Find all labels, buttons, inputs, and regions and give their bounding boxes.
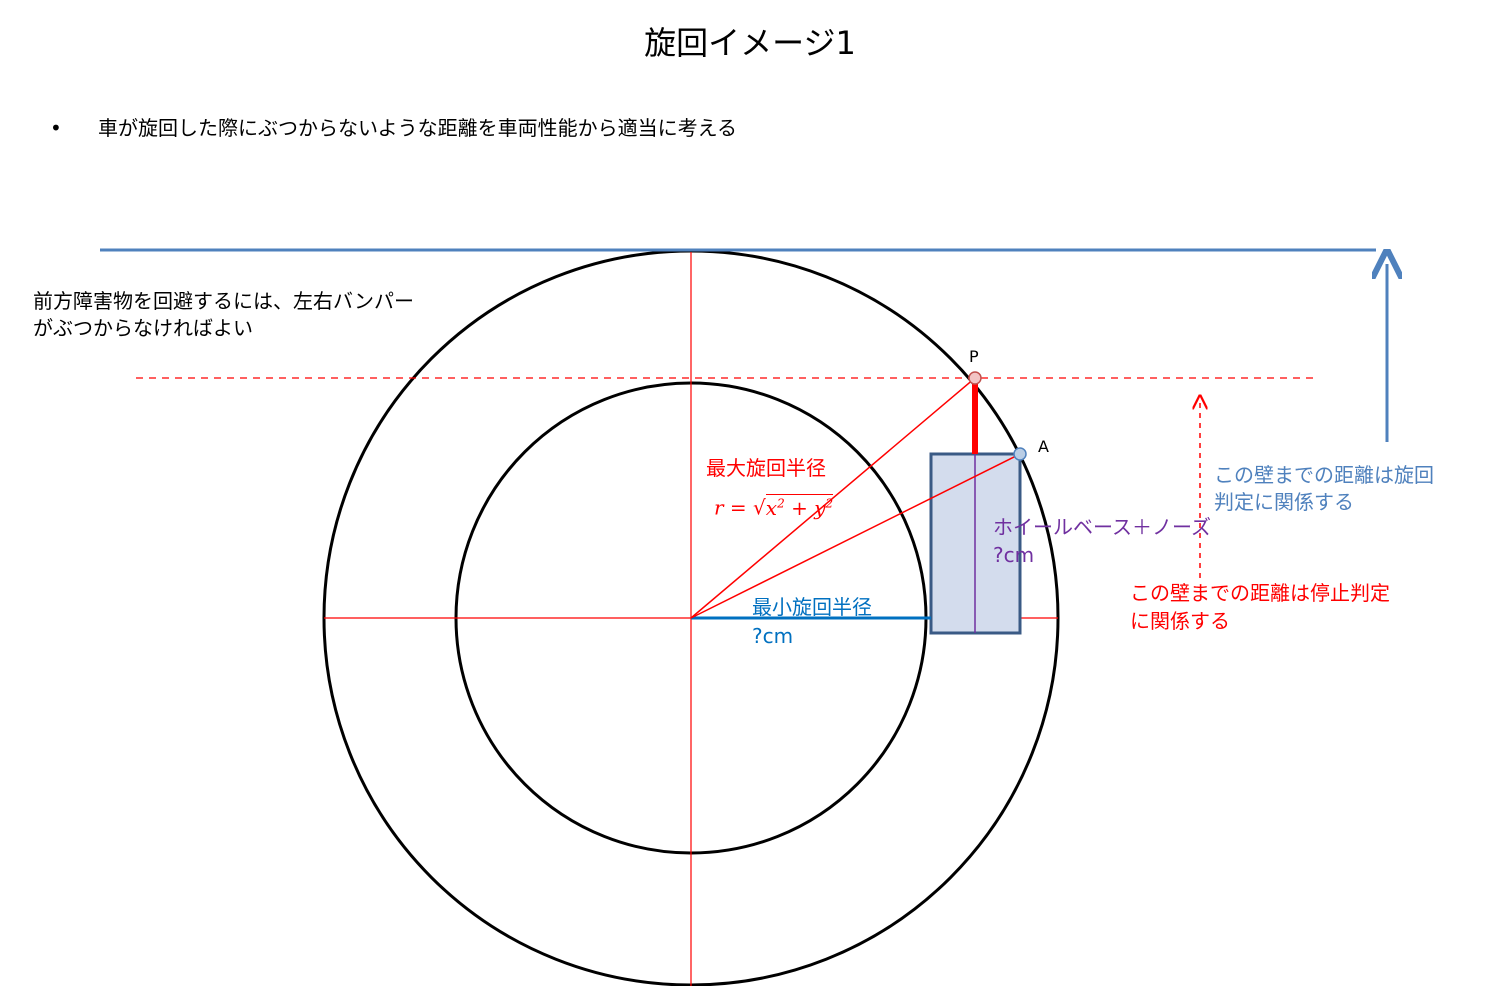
max-radius-label: 最大旋回半径 xyxy=(706,456,826,480)
formula-x: x xyxy=(765,495,778,520)
formula-x-exp: 2 xyxy=(777,496,785,510)
wheelbase-label: ホイールベース＋ノーズ xyxy=(993,515,1211,539)
point-a-label: A xyxy=(1038,437,1049,456)
formula-y: y xyxy=(814,495,826,520)
obstacle-note-line1: 前方障害物を回避するには、左右バンパー xyxy=(33,289,414,313)
turn-wall-note-line2: 判定に関係する xyxy=(1214,490,1354,514)
formula-eq: = xyxy=(729,495,747,520)
formula-r: r xyxy=(714,495,724,520)
sqrt-icon: √ xyxy=(753,495,766,520)
formula-radicand: x2 + y2 xyxy=(765,493,834,520)
max-radius-formula: r = √x2 + y2 xyxy=(714,490,834,521)
point-p-marker xyxy=(968,371,982,385)
turn-wall-note-line1: この壁までの距離は旋回 xyxy=(1214,463,1434,487)
wheelbase-value: ?cm xyxy=(993,543,1035,567)
obstacle-note-line2: がぶつからなければよい xyxy=(33,316,253,340)
formula-y-exp: 2 xyxy=(825,496,834,510)
stop-wall-note-line2: に関係する xyxy=(1130,609,1230,633)
formula-plus: + xyxy=(791,495,808,520)
min-radius-value: ?cm xyxy=(752,624,794,648)
point-p-label: P xyxy=(969,347,979,366)
min-radius-label: 最小旋回半径 xyxy=(752,595,872,619)
stop-wall-note-line1: この壁までの距離は停止判定 xyxy=(1130,581,1390,605)
point-a-marker xyxy=(1013,447,1027,461)
